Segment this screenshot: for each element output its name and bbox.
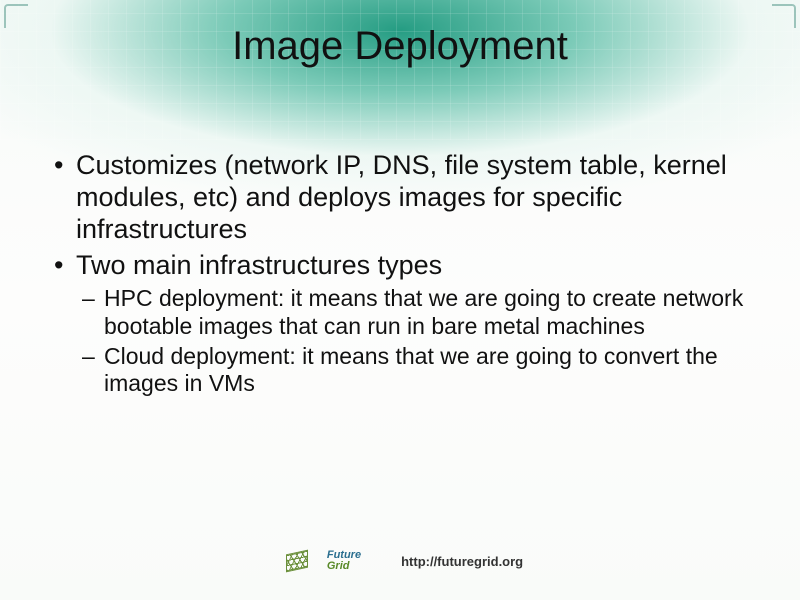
- sub-bullet-item: HPC deployment: it means that we are goi…: [76, 285, 760, 340]
- logo-line2: Grid: [327, 561, 361, 572]
- futuregrid-logo-icon: [277, 546, 317, 576]
- bullet-text: Customizes (network IP, DNS, file system…: [76, 150, 727, 244]
- slide-body: Customizes (network IP, DNS, file system…: [52, 150, 760, 402]
- slide-footer: Future Grid http://futuregrid.org: [0, 546, 800, 576]
- footer-url: http://futuregrid.org: [401, 554, 523, 569]
- background-grid: [0, 0, 800, 140]
- bullet-item: Two main infrastructures types HPC deplo…: [52, 250, 760, 398]
- bullet-item: Customizes (network IP, DNS, file system…: [52, 150, 760, 246]
- sub-bullet-text: Cloud deployment: it means that we are g…: [104, 343, 718, 397]
- futuregrid-logo-text: Future Grid: [327, 550, 361, 572]
- sub-bullet-text: HPC deployment: it means that we are goi…: [104, 285, 743, 339]
- slide-title: Image Deployment: [0, 24, 800, 69]
- sub-bullet-list: HPC deployment: it means that we are goi…: [76, 285, 760, 397]
- bullet-text: Two main infrastructures types: [76, 250, 442, 280]
- sub-bullet-item: Cloud deployment: it means that we are g…: [76, 343, 760, 398]
- logo-grid-graphic: [286, 550, 308, 573]
- bullet-list: Customizes (network IP, DNS, file system…: [52, 150, 760, 398]
